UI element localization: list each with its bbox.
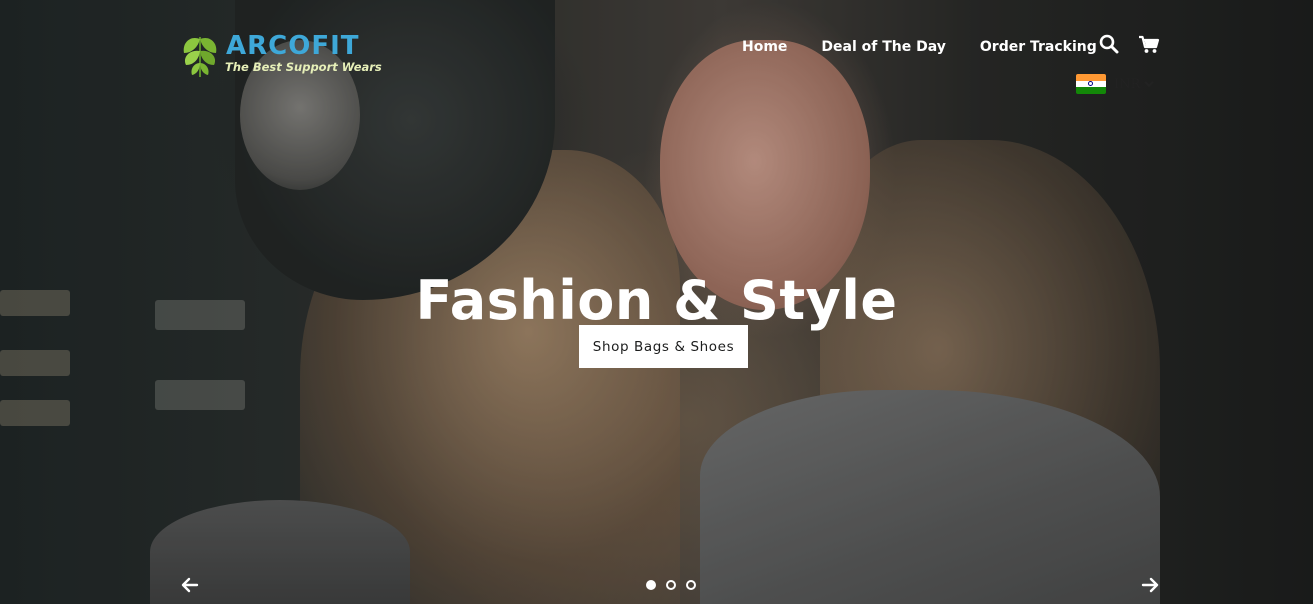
main-nav: Home Deal of The Day Order Tracking	[725, 36, 1114, 58]
arrow-left-icon[interactable]	[180, 576, 200, 599]
slider-dot[interactable]	[646, 580, 656, 590]
currency-code: INR	[1114, 76, 1141, 92]
chevron-down-icon	[1144, 81, 1155, 88]
shop-bags-shoes-button[interactable]: Shop Bags & Shoes	[579, 325, 748, 368]
nav-order-tracking[interactable]: Order Tracking	[963, 36, 1114, 58]
nav-home[interactable]: Home	[725, 36, 804, 58]
cart-icon[interactable]	[1138, 35, 1160, 60]
arrow-right-icon[interactable]	[1140, 576, 1160, 599]
slider-dot[interactable]	[686, 580, 696, 590]
brand-name: ARCOFIT	[226, 31, 360, 61]
india-flag-icon	[1076, 74, 1106, 94]
currency-selector[interactable]: INR	[1076, 74, 1155, 94]
slider-dot[interactable]	[666, 580, 676, 590]
nav-deal-of-the-day[interactable]: Deal of The Day	[804, 36, 962, 58]
brand-tagline: The Best Support Wears	[225, 60, 382, 74]
search-icon[interactable]	[1099, 34, 1119, 59]
slider-dots	[646, 580, 696, 590]
site-logo[interactable]: ARCOFIT The Best Support Wears	[178, 31, 382, 79]
leaf-logo-icon	[183, 37, 217, 77]
